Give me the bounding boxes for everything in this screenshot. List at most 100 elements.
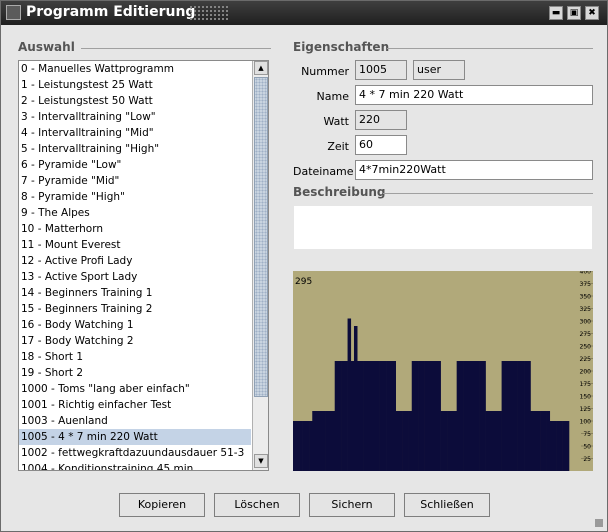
scroll-down-button[interactable]: ▼ [254, 454, 268, 468]
chart-tick-label: 75 [583, 431, 591, 438]
auswahl-heading: Auswahl [18, 40, 75, 54]
window-menu-icon[interactable] [6, 5, 21, 20]
chart-bar [450, 411, 454, 471]
program-list[interactable]: 0 - Manuelles Wattprogramm 1 - Leistungst… [18, 60, 269, 471]
chart-bar [514, 361, 518, 471]
loeschen-button[interactable]: Löschen [214, 493, 300, 517]
zeit-input[interactable]: 60 [355, 135, 407, 155]
chart-bar [366, 361, 371, 471]
list-item[interactable]: 9 - The Alpes [19, 205, 251, 221]
list-item[interactable]: 8 - Pyramide "High" [19, 189, 251, 205]
description-textarea[interactable] [293, 205, 593, 250]
auswahl-divider [81, 48, 271, 49]
chart-bar [466, 361, 470, 471]
list-item[interactable]: 12 - Active Profi Lady [19, 253, 251, 269]
nummer-label: Nummer [301, 65, 349, 78]
zeit-label: Zeit [327, 140, 349, 153]
chart-bar [469, 361, 474, 471]
list-item[interactable]: 19 - Short 2 [19, 365, 251, 381]
list-item[interactable]: 6 - Pyramide "Low" [19, 157, 251, 173]
beschreibung-heading: Beschreibung [293, 185, 386, 199]
list-item[interactable]: 0 - Manuelles Wattprogramm [19, 61, 251, 77]
kopieren-button[interactable]: Kopieren [119, 493, 205, 517]
watt-field: 220 [355, 110, 407, 130]
list-item[interactable]: 3 - Intervalltraining "Low" [19, 109, 251, 125]
chart-bar [370, 361, 374, 471]
chart-bar [331, 411, 336, 471]
chart-bar [402, 411, 406, 471]
chart-bar [376, 361, 380, 471]
list-scrollbar[interactable]: ▲ ▼ [252, 61, 268, 470]
chart-bar [363, 361, 368, 471]
chart-bar [498, 411, 502, 471]
chart-tick-label: 375 [580, 281, 592, 288]
chart-tick-label: 300 [580, 319, 592, 326]
list-item[interactable]: 13 - Active Sport Lady [19, 269, 251, 285]
list-item[interactable]: 1001 - Richtig einfacher Test [19, 397, 251, 413]
chart-bar [437, 361, 441, 471]
chart-bar [485, 411, 490, 471]
resize-grip[interactable] [595, 519, 603, 527]
chart-tick-label: 125 [580, 406, 592, 413]
chart-bar [434, 361, 438, 471]
chart-bar [408, 411, 413, 471]
list-item[interactable]: 1005 - 4 * 7 min 220 Watt [19, 429, 251, 445]
list-item[interactable]: 15 - Beginners Training 2 [19, 301, 251, 317]
watt-profile-svg: 25 50 75 100 125 150 175 200 225 250 275 300 325 350 3… [293, 271, 593, 471]
list-item[interactable]: 18 - Short 1 [19, 349, 251, 365]
chart-bar [491, 411, 496, 471]
chart-bar [488, 411, 493, 471]
chart-bar [347, 318, 352, 471]
list-item[interactable]: 10 - Matterhorn [19, 221, 251, 237]
list-item[interactable]: 17 - Body Watching 2 [19, 333, 251, 349]
maximize-button[interactable]: ▣ [567, 6, 581, 20]
chart-bar [405, 411, 409, 471]
scroll-thumb[interactable] [254, 77, 268, 397]
chart-bar [440, 411, 445, 471]
minimize-button[interactable]: ▬ [549, 6, 563, 20]
chart-bar [543, 411, 547, 471]
scroll-up-button[interactable]: ▲ [254, 61, 268, 75]
title-bar[interactable]: Programm Editierung ▬ ▣ ✖ [1, 1, 607, 25]
eigenschaften-heading: Eigenschaften [293, 40, 390, 54]
list-item[interactable]: 1003 - Auenland [19, 413, 251, 429]
chart-bar [520, 361, 525, 471]
watt-label: Watt [323, 115, 349, 128]
chart-bar [549, 421, 554, 471]
list-item[interactable]: 16 - Body Watching 1 [19, 317, 251, 333]
chart-bar [395, 411, 400, 471]
nummer-field: 1005 [355, 60, 407, 80]
list-item[interactable]: 1000 - Toms "lang aber einfach" [19, 381, 251, 397]
chart-bar [357, 361, 361, 471]
list-item[interactable]: 1 - Leistungstest 25 Watt [19, 77, 251, 93]
chart-bar [447, 411, 451, 471]
chart-bar [431, 361, 435, 471]
name-input[interactable]: 4 * 7 min 220 Watt [355, 85, 593, 105]
close-button[interactable]: ✖ [585, 6, 599, 20]
chart-bar [536, 411, 541, 471]
chart-tick-label: 400 [580, 271, 592, 276]
chart-bar [533, 411, 538, 471]
list-item[interactable]: 1002 - fettwegkraftdazuundausdauer 51-3 [19, 445, 251, 461]
list-item[interactable]: 11 - Mount Everest [19, 237, 251, 253]
chart-bar [552, 421, 557, 471]
list-item[interactable]: 4 - Intervalltraining "Mid" [19, 125, 251, 141]
sichern-button[interactable]: Sichern [309, 493, 395, 517]
chart-bar [353, 326, 358, 471]
chart-bar [459, 361, 464, 471]
chart-bar [309, 421, 313, 471]
list-item[interactable]: 2 - Leistungstest 50 Watt [19, 93, 251, 109]
list-item[interactable]: 7 - Pyramide "Mid" [19, 173, 251, 189]
chart-bar [517, 361, 522, 471]
list-item[interactable]: 5 - Intervalltraining "High" [19, 141, 251, 157]
chart-bar [312, 411, 316, 471]
eigenschaften-divider [387, 48, 593, 49]
dateiname-input[interactable]: 4*7min220Watt [355, 160, 593, 180]
chart-bar [411, 361, 416, 471]
schliessen-button[interactable]: Schließen [404, 493, 490, 517]
chart-tick-label: 325 [580, 306, 592, 313]
list-item[interactable]: 14 - Beginners Training 1 [19, 285, 251, 301]
list-item[interactable]: 1004 - Konditionstraining 45 min [19, 461, 251, 470]
dateiname-label: Dateiname [293, 165, 354, 178]
window-title: Programm Editierung [26, 4, 196, 20]
